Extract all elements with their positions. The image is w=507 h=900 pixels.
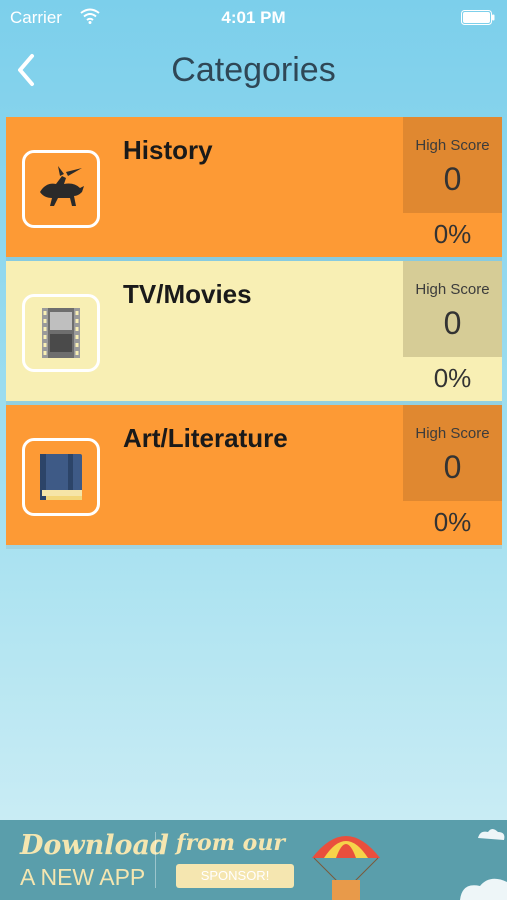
category-name: History bbox=[123, 135, 213, 165]
category-main: Art/Literature bbox=[6, 405, 403, 545]
high-score-value: 0 bbox=[443, 449, 462, 485]
high-score-label: High Score bbox=[415, 281, 490, 298]
high-score-value: 0 bbox=[443, 305, 462, 341]
ad-headline: Download bbox=[20, 830, 169, 861]
ad-subheadline: A NEW APP bbox=[20, 864, 146, 890]
category-row-tv-movies[interactable]: TV/Movies High Score 0 0% bbox=[6, 261, 502, 405]
category-row-history[interactable]: History High Score 0 0% bbox=[6, 117, 502, 261]
category-row-art-literature[interactable]: Art/Literature High Score 0 0% bbox=[6, 405, 502, 549]
book-icon bbox=[40, 454, 82, 500]
navigation-bar: Categories bbox=[0, 36, 507, 108]
high-score-value: 0 bbox=[443, 161, 462, 197]
high-score-label: High Score bbox=[415, 137, 490, 154]
score-panel: High Score 0 0% bbox=[403, 261, 502, 401]
page-title: Categories bbox=[171, 51, 336, 89]
ad-sponsor-tag: SPONSOR! bbox=[176, 864, 294, 888]
parachute-icon bbox=[312, 829, 507, 900]
percent-value: 0% bbox=[433, 507, 472, 537]
film-strip-icon bbox=[42, 308, 80, 358]
category-icon-frame bbox=[22, 438, 100, 516]
category-name: Art/Literature bbox=[123, 423, 288, 453]
high-score-label: High Score bbox=[415, 425, 490, 442]
percent-value: 0% bbox=[433, 363, 472, 393]
category-main: TV/Movies bbox=[6, 261, 403, 401]
category-icon-frame bbox=[22, 150, 100, 228]
percent-value: 0% bbox=[433, 219, 472, 249]
ad-from-text: from our bbox=[176, 830, 285, 856]
status-bar: Carrier 4:01 PM bbox=[0, 0, 507, 36]
category-main: History bbox=[6, 117, 403, 257]
clock: 4:01 PM bbox=[221, 8, 286, 27]
battery-icon bbox=[461, 10, 495, 25]
category-name: TV/Movies bbox=[123, 279, 252, 309]
horse-knight-icon bbox=[40, 166, 84, 206]
score-panel: High Score 0 0% bbox=[403, 405, 502, 545]
score-panel: High Score 0 0% bbox=[403, 117, 502, 257]
category-icon-frame bbox=[22, 294, 100, 372]
ad-banner[interactable]: Download A NEW APP from our SPONSOR! bbox=[0, 820, 507, 900]
category-list: History High Score 0 0% TV/Movies High S… bbox=[6, 117, 502, 549]
